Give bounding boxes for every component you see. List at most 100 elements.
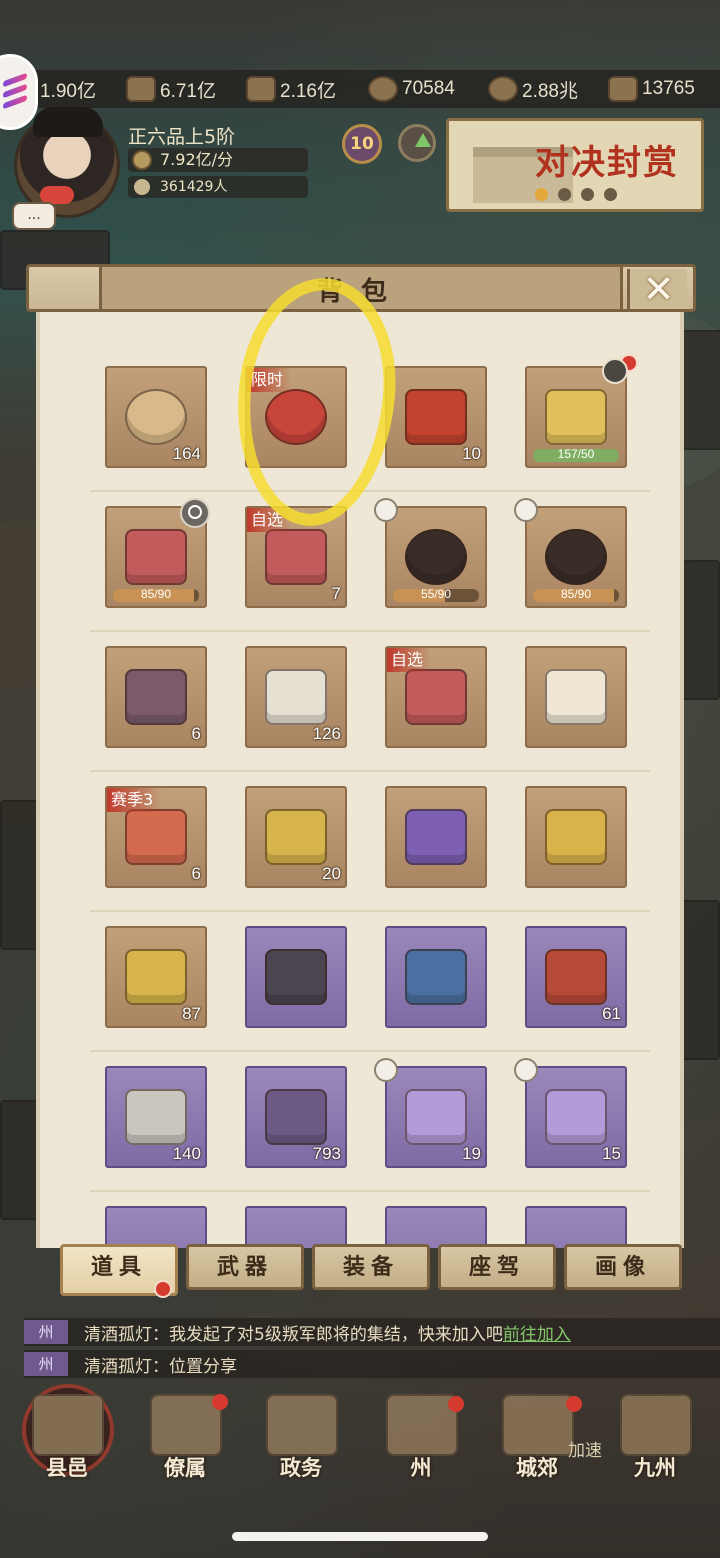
item-quantity: 20 bbox=[322, 864, 341, 883]
item-slot[interactable]: 自选 bbox=[385, 646, 487, 748]
item-quantity: 10 bbox=[462, 444, 481, 463]
item-slot[interactable] bbox=[385, 786, 487, 888]
home-indicator[interactable] bbox=[232, 1532, 488, 1541]
item-cell[interactable]: 87 bbox=[90, 912, 230, 1052]
item-cell[interactable]: 6 bbox=[90, 632, 230, 772]
item-slot[interactable]: 自选 7 bbox=[245, 506, 347, 608]
meat-dish-icon bbox=[265, 389, 327, 445]
item-cell[interactable] bbox=[510, 632, 650, 772]
item-slot[interactable]: 19 bbox=[385, 1066, 487, 1168]
item-cell-partial[interactable] bbox=[230, 1192, 370, 1248]
item-slot[interactable]: 85/90 bbox=[525, 506, 627, 608]
item-cell[interactable]: 20 bbox=[230, 772, 370, 912]
item-slot[interactable]: 87 bbox=[105, 926, 207, 1028]
item-quantity: 6 bbox=[191, 864, 201, 883]
item-cell[interactable]: 自选 bbox=[370, 632, 510, 772]
category-badge-icon bbox=[514, 498, 538, 522]
item-slot[interactable]: 赛季3 6 bbox=[105, 786, 207, 888]
item-slot[interactable]: 15 bbox=[525, 1066, 627, 1168]
income-rate: 7.92亿/分 bbox=[128, 148, 308, 172]
item-cell-partial[interactable] bbox=[370, 1192, 510, 1248]
chat-message[interactable]: 州 清酒孤灯：我发起了对5级叛军郎将的集结，快来加入吧 前往加入 bbox=[24, 1318, 720, 1346]
nav-county[interactable]: 县邑 bbox=[22, 1384, 114, 1484]
tab-red-dot bbox=[154, 1280, 172, 1298]
tab-portraits[interactable]: 画像 bbox=[564, 1244, 682, 1290]
item-quantity: 61 bbox=[602, 1004, 621, 1023]
item-cell[interactable]: 10 bbox=[370, 352, 510, 492]
item-slot[interactable] bbox=[245, 926, 347, 1028]
item-slot[interactable] bbox=[385, 1206, 487, 1248]
item-cell[interactable]: 赛季3 6 bbox=[90, 772, 230, 912]
item-cell[interactable]: 限时 bbox=[230, 352, 370, 492]
item-slot[interactable] bbox=[385, 926, 487, 1028]
suburb-icon bbox=[502, 1394, 574, 1456]
chat-bubble-icon[interactable]: ... bbox=[12, 202, 56, 230]
item-cell[interactable]: 15 bbox=[510, 1052, 650, 1192]
item-slot[interactable] bbox=[245, 1206, 347, 1248]
person-icon bbox=[134, 179, 150, 195]
floating-app-icon[interactable] bbox=[0, 54, 38, 130]
nav-affairs[interactable]: 政务 bbox=[256, 1388, 346, 1484]
tab-mounts[interactable]: 座驾 bbox=[438, 1244, 556, 1290]
item-cell[interactable]: 85/90 bbox=[510, 492, 650, 632]
item-cell[interactable] bbox=[370, 912, 510, 1052]
chat-message[interactable]: 州 清酒孤灯：位置分享 bbox=[24, 1350, 720, 1378]
item-cell[interactable] bbox=[370, 772, 510, 912]
resource-silver[interactable]: 2.88兆 bbox=[488, 70, 578, 108]
item-quantity: 164 bbox=[172, 444, 201, 463]
item-progress-text: 55/90 bbox=[420, 589, 452, 601]
banner-pager bbox=[535, 188, 617, 201]
item-cell[interactable]: 61 bbox=[510, 912, 650, 1052]
resource-bar: 1.90亿 6.71亿 2.16亿 70584 2.88兆 13765 bbox=[0, 70, 720, 108]
item-cell[interactable]: 126 bbox=[230, 632, 370, 772]
item-slot[interactable]: 限时 bbox=[245, 366, 347, 468]
item-slot[interactable]: 61 bbox=[525, 926, 627, 1028]
item-tag: 赛季3 bbox=[107, 788, 162, 812]
item-quantity: 87 bbox=[182, 1004, 201, 1023]
item-slot[interactable]: 164 bbox=[105, 366, 207, 468]
magnifier-icon[interactable] bbox=[180, 498, 210, 528]
join-link[interactable]: 前往加入 bbox=[503, 1320, 571, 1345]
nav-nine-states[interactable]: 九州 bbox=[610, 1388, 700, 1484]
coin-upgrade-icon[interactable] bbox=[398, 124, 436, 162]
item-slot[interactable]: 10 bbox=[385, 366, 487, 468]
resource-grain[interactable]: 1.90亿 bbox=[40, 70, 96, 108]
item-progress-bar: 157/50 bbox=[533, 449, 619, 462]
item-slot[interactable]: 55/90 bbox=[385, 506, 487, 608]
item-cell[interactable]: 19 bbox=[370, 1052, 510, 1192]
item-slot[interactable]: 20 bbox=[245, 786, 347, 888]
item-slot[interactable]: 126 bbox=[245, 646, 347, 748]
item-cell[interactable]: 164 bbox=[90, 352, 230, 492]
item-cell[interactable]: 793 bbox=[230, 1052, 370, 1192]
item-cell-partial[interactable] bbox=[90, 1192, 230, 1248]
tab-equipment[interactable]: 装备 bbox=[312, 1244, 430, 1290]
item-slot[interactable] bbox=[105, 1206, 207, 1248]
item-slot[interactable]: 140 bbox=[105, 1066, 207, 1168]
duel-reward-banner[interactable]: 对决封赏 bbox=[446, 118, 704, 212]
item-tag: 自选 bbox=[247, 508, 292, 532]
item-slot[interactable] bbox=[525, 1206, 627, 1248]
resource-copper[interactable]: 70584 bbox=[368, 70, 455, 108]
close-button[interactable]: ✕ bbox=[627, 269, 687, 309]
level-badge[interactable]: 10 bbox=[342, 124, 382, 164]
item-slot[interactable]: 6 bbox=[105, 646, 207, 748]
resource-ingot[interactable]: 13765 bbox=[608, 70, 695, 108]
resource-stone[interactable]: 2.16亿 bbox=[246, 70, 336, 108]
item-cell[interactable]: 55/90 bbox=[370, 492, 510, 632]
item-cell[interactable] bbox=[230, 912, 370, 1052]
item-cell[interactable]: 157/50 bbox=[510, 352, 650, 492]
item-cell[interactable]: 自选 7 bbox=[230, 492, 370, 632]
category-badge-icon bbox=[374, 1058, 398, 1082]
resource-wood[interactable]: 6.71亿 bbox=[126, 70, 216, 108]
item-cell[interactable]: 85/90 bbox=[90, 492, 230, 632]
item-slot[interactable] bbox=[525, 646, 627, 748]
item-slot[interactable]: 793 bbox=[245, 1066, 347, 1168]
copper-coin-icon bbox=[368, 76, 398, 102]
item-cell[interactable]: 140 bbox=[90, 1052, 230, 1192]
item-slot[interactable] bbox=[525, 786, 627, 888]
item-cell[interactable] bbox=[510, 772, 650, 912]
item-cell-partial[interactable] bbox=[510, 1192, 650, 1248]
speed-up-label[interactable]: 加速 bbox=[568, 1436, 602, 1461]
axe-upgrade-icon bbox=[265, 949, 327, 1005]
tab-weapons[interactable]: 武器 bbox=[186, 1244, 304, 1290]
